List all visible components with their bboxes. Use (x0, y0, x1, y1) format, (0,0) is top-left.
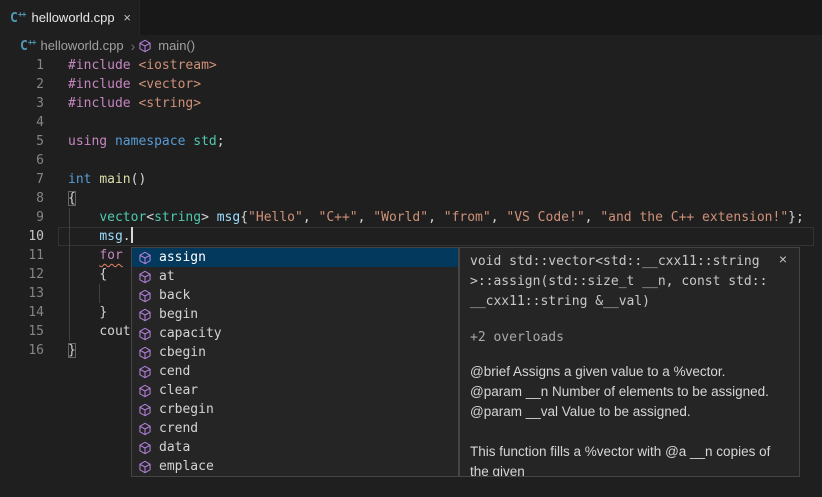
line-number: 14 (0, 303, 44, 322)
line-number: 9 (0, 208, 44, 227)
suggestion-label: crbegin (159, 402, 214, 417)
code-line-2[interactable]: 2#include <vector> (0, 75, 822, 94)
symbol-method-icon (137, 269, 153, 285)
symbol-method-icon (137, 38, 153, 54)
symbol-method-icon (137, 459, 153, 475)
suggestion-label: capacity (159, 326, 222, 341)
suggestion-label: back (159, 288, 190, 303)
symbol-method-icon (137, 421, 153, 437)
code-line-7[interactable]: 7int main() (0, 170, 822, 189)
suggestion-item-cend[interactable]: cend (132, 362, 458, 381)
line-number: 1 (0, 56, 44, 75)
suggestion-item-assign[interactable]: assign (132, 248, 458, 267)
line-number: 2 (0, 75, 44, 94)
code-line-8[interactable]: 8{ (0, 189, 822, 208)
line-number: 16 (0, 341, 44, 360)
code-line-5[interactable]: 5using namespace std; (0, 132, 822, 151)
breadcrumb-symbol[interactable]: main() (158, 38, 195, 53)
suggestion-item-crend[interactable]: crend (132, 419, 458, 438)
line-number: 11 (0, 246, 44, 265)
chevron-right-icon: › (131, 38, 136, 54)
docs-signature-line: __cxx11::string &__val) (470, 292, 789, 312)
symbol-method-icon (137, 326, 153, 342)
code-line-6[interactable]: 6 (0, 151, 822, 170)
symbol-method-icon (137, 402, 153, 418)
code-line-10[interactable]: 10 msg. (0, 227, 822, 246)
symbol-method-icon (137, 364, 153, 380)
symbol-method-icon (137, 288, 153, 304)
suggestion-item-at[interactable]: at (132, 267, 458, 286)
suggestion-label: at (159, 269, 175, 284)
suggestion-item-emplace[interactable]: emplace (132, 457, 458, 476)
line-number: 7 (0, 170, 44, 189)
docs-body-line (470, 422, 789, 442)
line-number: 15 (0, 322, 44, 341)
tab-helloworld-cpp[interactable]: C++ helloworld.cpp × (0, 0, 140, 35)
line-number: 5 (0, 132, 44, 151)
suggest-widget: assign at back begin capacity cbegin cend clear… (131, 247, 459, 477)
suggestion-label: clear (159, 383, 198, 398)
suggestion-item-clear[interactable]: clear (132, 381, 458, 400)
suggestion-label: data (159, 440, 190, 455)
tab-close-icon[interactable]: × (123, 11, 131, 24)
suggestion-label: begin (159, 307, 198, 322)
line-number: 10 (0, 227, 44, 246)
symbol-method-icon (137, 250, 153, 266)
cpp-file-icon: C++ (10, 10, 25, 26)
tab-label: helloworld.cpp (31, 10, 114, 25)
code-line-4[interactable]: 4 (0, 113, 822, 132)
line-number: 8 (0, 189, 44, 208)
code-line-1[interactable]: 1#include <iostream> (0, 56, 822, 75)
text-cursor (131, 227, 133, 243)
code-line-9[interactable]: 9 vector<string> msg{"Hello", "C++", "Wo… (0, 208, 822, 227)
docs-signature-line: void std::vector<std::__cxx11::string (470, 252, 789, 272)
suggestion-item-begin[interactable]: begin (132, 305, 458, 324)
suggestion-item-crbegin[interactable]: crbegin (132, 400, 458, 419)
docs-body-line: @brief Assigns a given value to a %vecto… (470, 362, 789, 382)
breadcrumb: C++ helloworld.cpp › main() (0, 35, 822, 56)
suggestion-item-data[interactable]: data (132, 438, 458, 457)
symbol-method-icon (137, 383, 153, 399)
symbol-method-icon (137, 440, 153, 456)
overloads-toggle[interactable]: +2 overloads (470, 328, 789, 348)
suggestion-label: emplace (159, 459, 214, 474)
cpp-file-icon: C++ (20, 38, 35, 54)
breadcrumb-file[interactable]: helloworld.cpp (40, 38, 123, 53)
line-number: 12 (0, 265, 44, 284)
vscode-window: C++ helloworld.cpp × C++ helloworld.cpp … (0, 0, 822, 497)
suggestion-label: cbegin (159, 345, 206, 360)
suggestion-item-cbegin[interactable]: cbegin (132, 343, 458, 362)
line-number: 3 (0, 94, 44, 113)
suggestion-item-capacity[interactable]: capacity (132, 324, 458, 343)
suggestion-label: assign (159, 250, 206, 265)
line-number: 4 (0, 113, 44, 132)
docs-body-line: @param __val Value to be assigned. (470, 402, 789, 422)
docs-body-line: @param __n Number of elements to be assi… (470, 382, 789, 402)
symbol-method-icon (137, 307, 153, 323)
tab-bar: C++ helloworld.cpp × (0, 0, 822, 35)
suggest-docs-panel: × void std::vector<std::__cxx11::string>… (459, 247, 800, 477)
docs-signature-line: >::assign(std::size_t __n, const std:: (470, 272, 789, 292)
suggestion-label: cend (159, 364, 190, 379)
docs-body-line: This function fills a %vector with @a __… (470, 442, 789, 477)
line-number: 13 (0, 284, 44, 303)
suggestion-label: crend (159, 421, 198, 436)
suggestion-item-back[interactable]: back (132, 286, 458, 305)
line-number: 6 (0, 151, 44, 170)
close-icon[interactable]: × (779, 252, 787, 266)
code-line-3[interactable]: 3#include <string> (0, 94, 822, 113)
symbol-method-icon (137, 345, 153, 361)
